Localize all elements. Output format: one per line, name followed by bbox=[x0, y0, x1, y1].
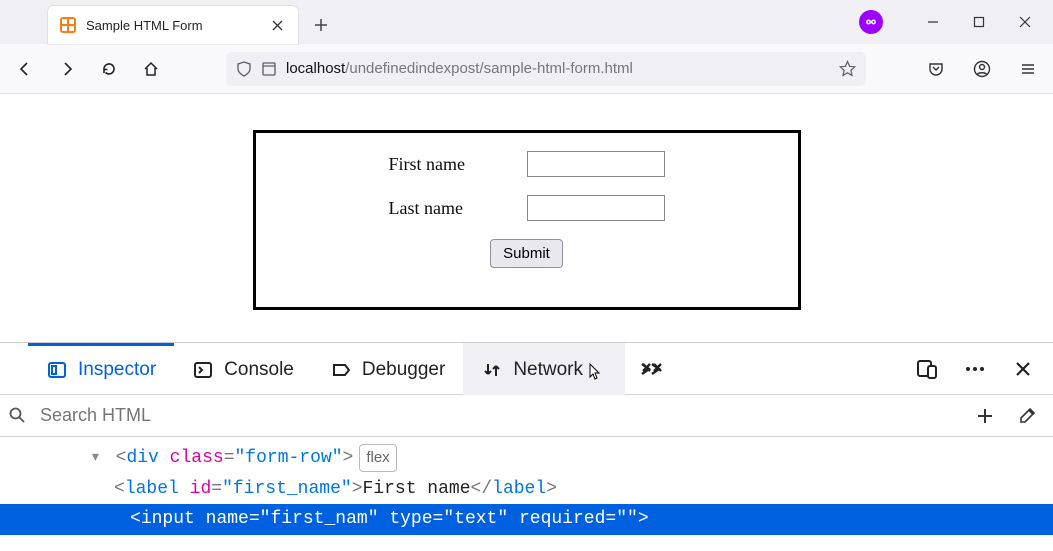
html-row-div[interactable]: ▾ <div class="form-row">flex bbox=[90, 443, 1053, 474]
eyedropper-icon[interactable] bbox=[1015, 404, 1039, 428]
last-name-label: Last name bbox=[389, 198, 489, 219]
account-icon[interactable] bbox=[969, 56, 995, 82]
first-name-input[interactable] bbox=[527, 151, 665, 177]
devtools-menu-icon[interactable] bbox=[961, 355, 989, 383]
flex-badge[interactable]: flex bbox=[359, 444, 396, 472]
new-tab-button[interactable] bbox=[306, 10, 336, 40]
nav-toolbar: localhost/undefinedindexpost/sample-html… bbox=[0, 44, 1053, 94]
inspector-label: Inspector bbox=[78, 359, 156, 381]
debugger-label: Debugger bbox=[362, 359, 445, 381]
app-menu-icon[interactable] bbox=[1015, 56, 1041, 82]
window-minimize-button[interactable] bbox=[925, 14, 941, 30]
forward-button[interactable] bbox=[54, 56, 80, 82]
devtools-close-icon[interactable] bbox=[1009, 355, 1037, 383]
home-button[interactable] bbox=[138, 56, 164, 82]
titlebar: Sample HTML Form bbox=[0, 0, 1053, 44]
cursor-icon bbox=[589, 363, 603, 381]
window-maximize-button[interactable] bbox=[971, 14, 987, 30]
devtools: Inspector Console Debugger Network bbox=[0, 342, 1053, 551]
tab-title: Sample HTML Form bbox=[86, 18, 203, 33]
add-node-icon[interactable] bbox=[973, 404, 997, 428]
bookmark-star-icon[interactable] bbox=[839, 60, 856, 77]
html-tree[interactable]: ▾ <div class="form-row">flex <label id="… bbox=[0, 437, 1053, 541]
network-label: Network bbox=[513, 359, 583, 381]
pick-element-icon[interactable] bbox=[0, 356, 28, 382]
html-row-label[interactable]: <label id="first_name">First name</label… bbox=[90, 474, 1053, 505]
tab-debugger[interactable]: Debugger bbox=[312, 343, 463, 395]
xampp-favicon bbox=[60, 17, 76, 33]
pocket-icon[interactable] bbox=[923, 56, 949, 82]
page-viewport: First name Last name Submit bbox=[0, 94, 1053, 342]
shield-icon[interactable] bbox=[236, 61, 252, 77]
url-bar[interactable]: localhost/undefinedindexpost/sample-html… bbox=[226, 52, 866, 86]
extension-badge-icon[interactable] bbox=[859, 10, 883, 34]
last-name-input[interactable] bbox=[527, 195, 665, 221]
inspector-icon bbox=[46, 359, 68, 381]
tab-network[interactable]: Network bbox=[463, 343, 625, 395]
network-icon bbox=[481, 359, 503, 381]
back-button[interactable] bbox=[12, 56, 38, 82]
debugger-icon bbox=[330, 359, 352, 381]
search-icon bbox=[8, 406, 28, 426]
html-row-input-selected[interactable]: <input name="first_nam" type="text" requ… bbox=[0, 504, 1053, 535]
devtools-search-bar bbox=[0, 395, 1053, 437]
first-name-label: First name bbox=[389, 154, 489, 175]
reload-button[interactable] bbox=[96, 56, 122, 82]
url-text: localhost/undefinedindexpost/sample-html… bbox=[286, 60, 633, 77]
sample-form: First name Last name Submit bbox=[253, 130, 801, 310]
console-icon bbox=[192, 359, 214, 381]
tab-inspector[interactable]: Inspector bbox=[28, 343, 174, 395]
tab-console[interactable]: Console bbox=[174, 343, 312, 395]
submit-button[interactable]: Submit bbox=[490, 239, 563, 268]
tab-close-button[interactable] bbox=[268, 16, 286, 34]
responsive-design-icon[interactable] bbox=[913, 355, 941, 383]
page-info-icon[interactable] bbox=[262, 61, 276, 77]
html-search-input[interactable] bbox=[36, 401, 965, 430]
more-tabs-icon[interactable] bbox=[625, 358, 679, 380]
browser-tab[interactable]: Sample HTML Form bbox=[48, 6, 298, 44]
window-close-button[interactable] bbox=[1017, 14, 1033, 30]
console-label: Console bbox=[224, 359, 294, 381]
devtools-tabstrip: Inspector Console Debugger Network bbox=[0, 343, 1053, 395]
